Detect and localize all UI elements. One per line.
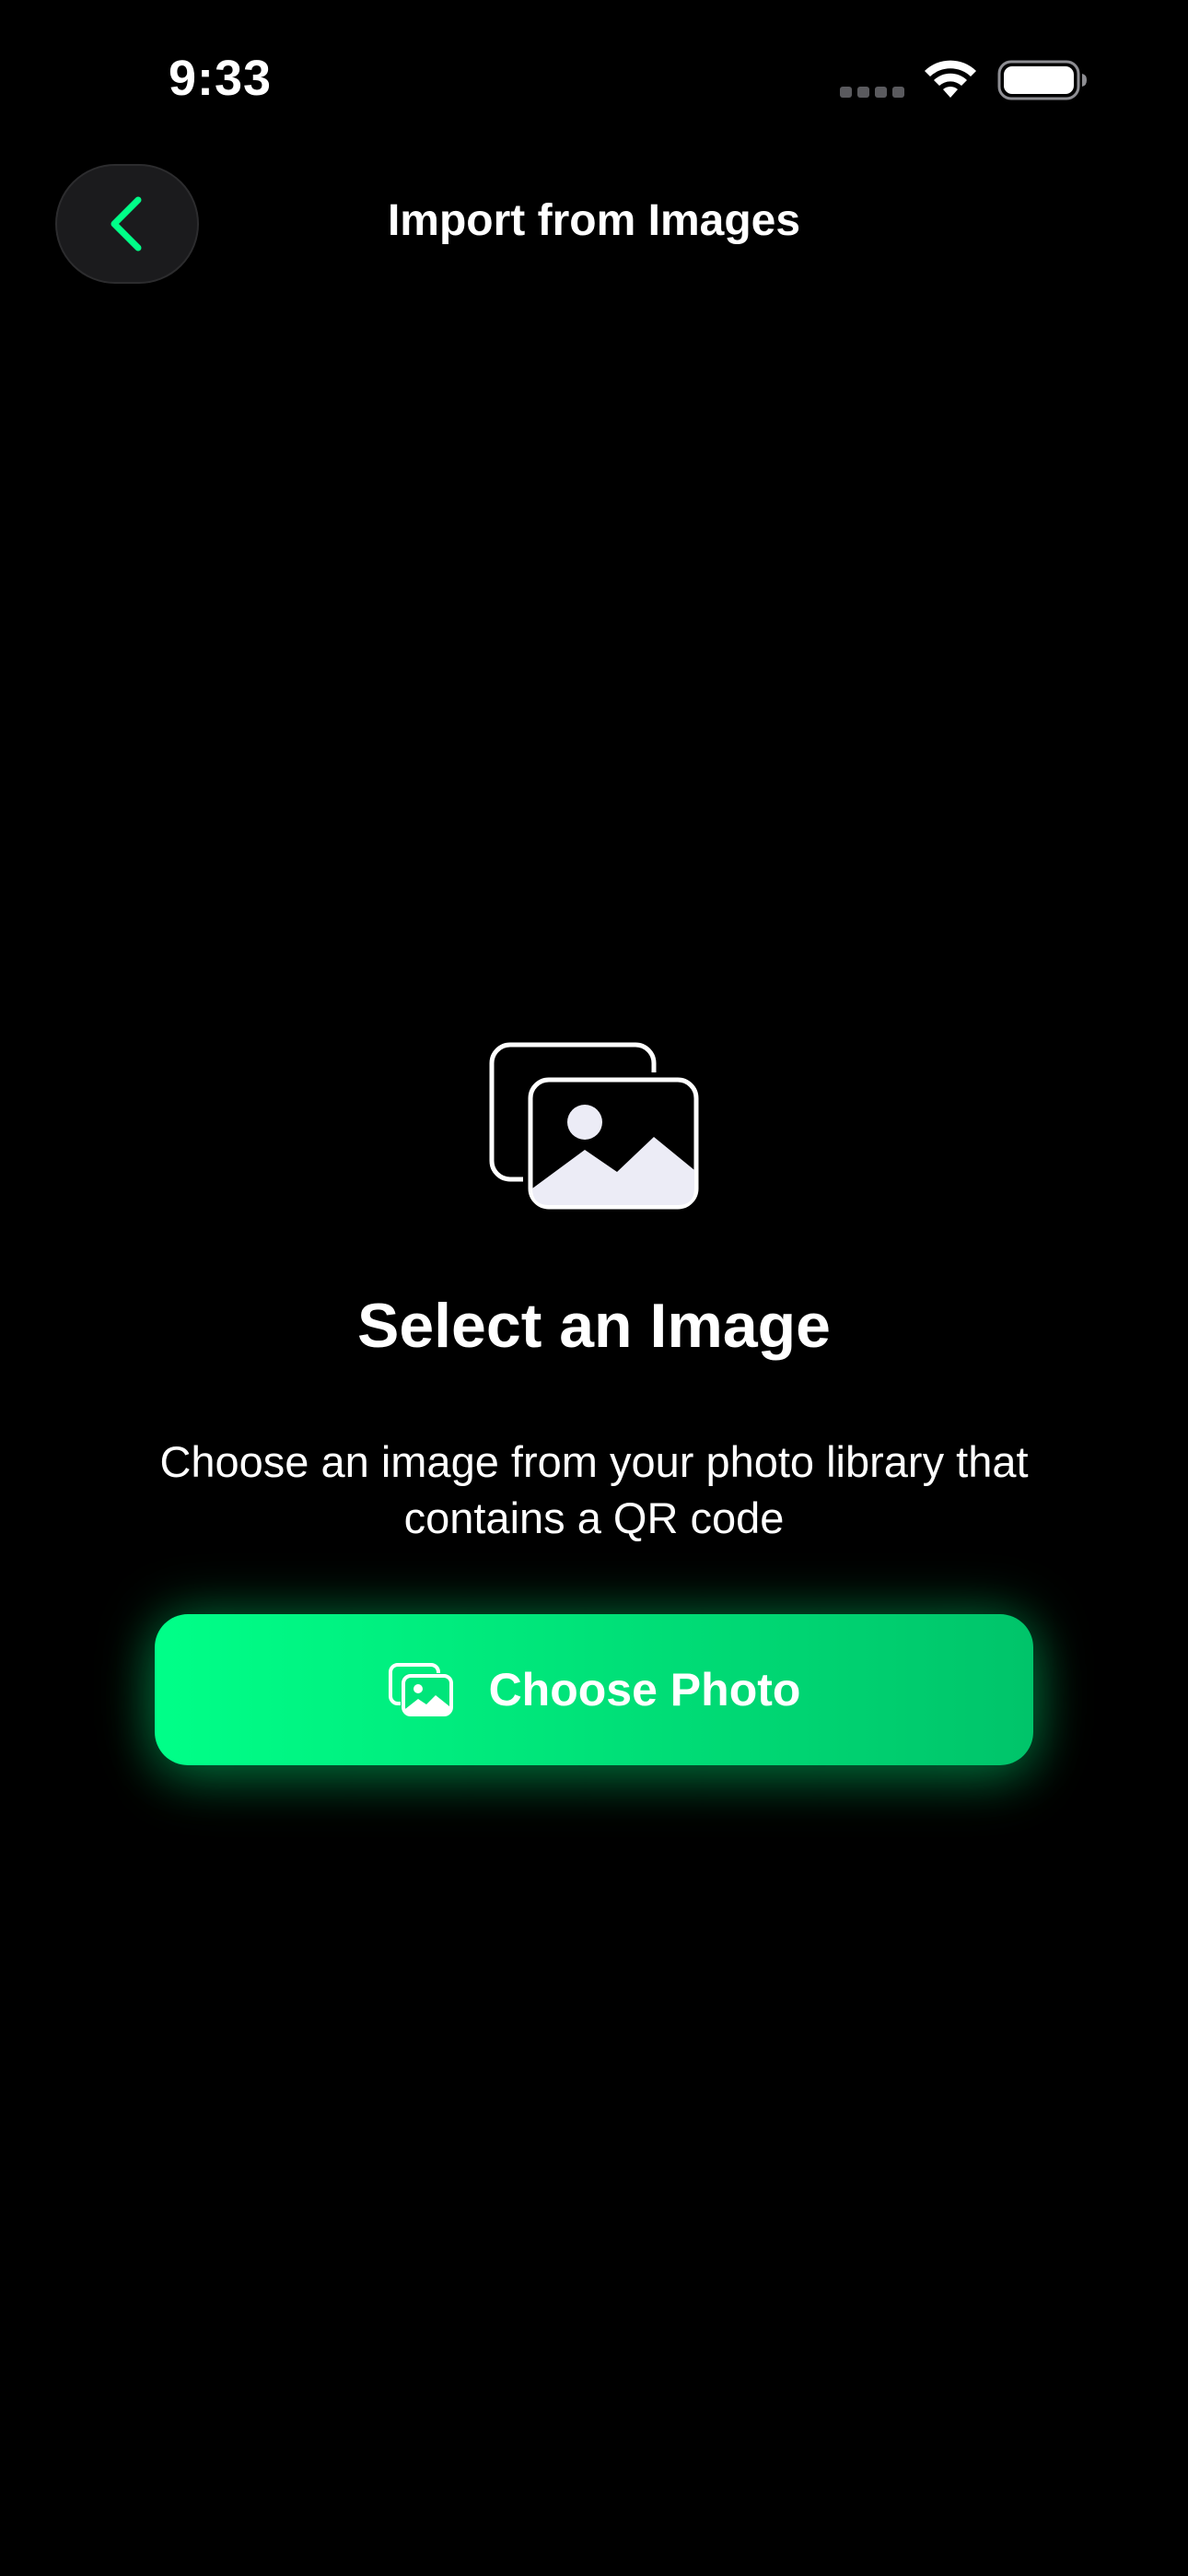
battery-icon	[997, 60, 1087, 100]
choose-photo-button[interactable]: Choose Photo	[155, 1614, 1033, 1765]
choose-photo-label: Choose Photo	[488, 1664, 801, 1715]
photo-stack-icon	[388, 1663, 453, 1716]
photo-stack-icon	[489, 1042, 699, 1210]
empty-state-description: Choose an image from your photo library …	[159, 1437, 1029, 1542]
page-title: Import from Images	[387, 196, 801, 245]
status-bar: 9:33	[0, 0, 1188, 157]
empty-state-title: Select an Image	[356, 1291, 832, 1361]
status-time: 9:33	[169, 51, 273, 106]
cellular-signal-icon	[840, 87, 904, 100]
wifi-icon	[925, 60, 976, 98]
